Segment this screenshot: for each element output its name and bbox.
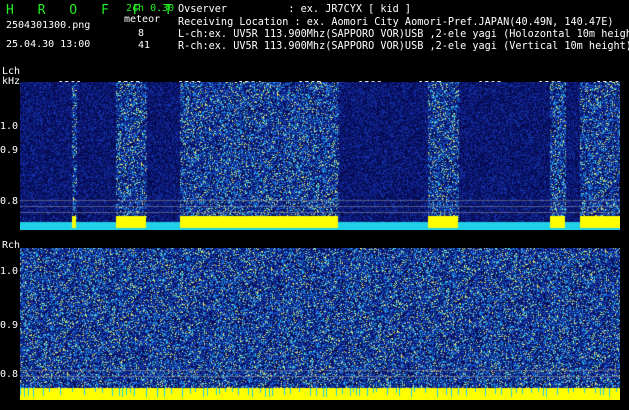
file-name: 2504301300.png xyxy=(6,20,91,31)
lch-info: L-ch:ex. UV5R 113.900Mhz(SAPPORO VOR)USB… xyxy=(178,29,629,40)
khz-label: kHz xyxy=(2,76,21,87)
lch-meteor-count: 8 xyxy=(138,28,145,39)
rch-spectrogram xyxy=(20,248,620,400)
mode-label: 2ch 0.30 xyxy=(126,3,175,14)
lch-tick-0-8: 0.8 xyxy=(0,196,19,207)
rch-tick-0-8: 0.8 xyxy=(0,369,19,380)
observer-info: Ovserver : ex. JR7CYX [ kid ] xyxy=(178,4,412,15)
rch-label: Rch xyxy=(2,240,21,251)
location-info: Receiving Location : ex. Aomori City Aom… xyxy=(178,17,614,28)
rch-meteor-count: 41 xyxy=(138,40,151,51)
lch-spectrogram xyxy=(20,82,620,230)
lch-tick-0-9: 0.9 xyxy=(0,145,19,156)
lch-tick-1-0: 1.0 xyxy=(0,121,19,132)
timestamp: 25.04.30 13:00 xyxy=(6,39,91,50)
meteor-label: meteor xyxy=(124,14,161,25)
rch-tick-1-0: 1.0 xyxy=(0,266,19,277)
rch-info: R-ch:ex. UV5R 113.900Mhz(SAPPORO VOR)USB… xyxy=(178,41,629,52)
rch-tick-0-9: 0.9 xyxy=(0,320,19,331)
